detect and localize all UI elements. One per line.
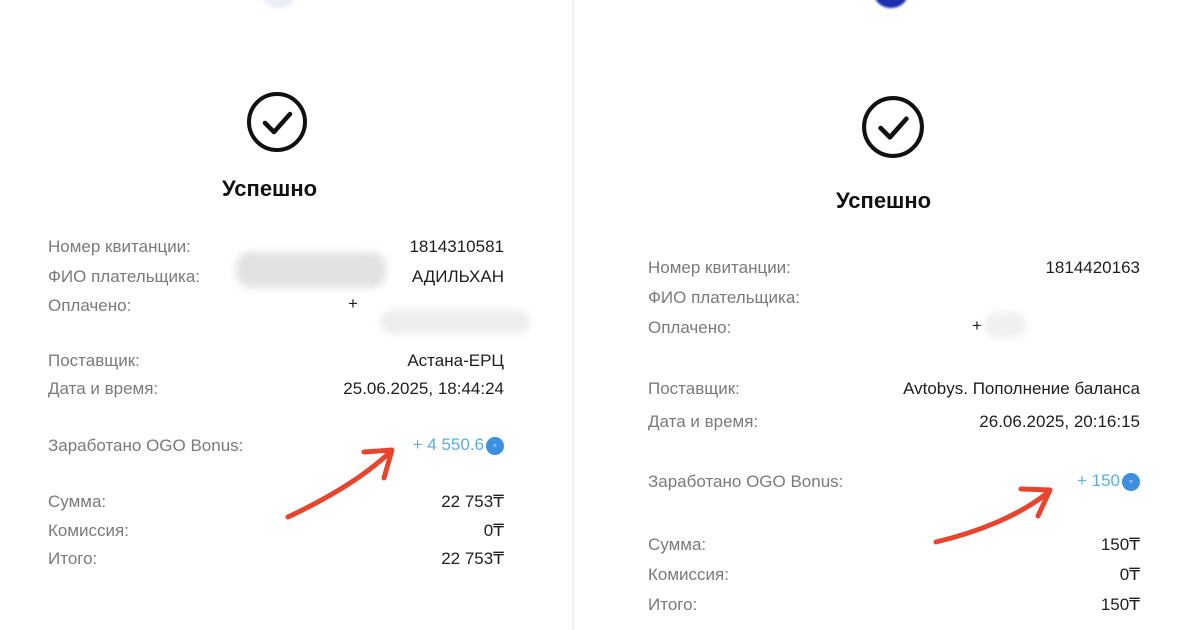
paid-label: Оплачено: [648,318,732,337]
redacted-paid-amount [380,310,530,334]
datetime-label: Дата и время: [648,412,759,431]
commission-value: 0₸ [483,521,504,540]
datetime-value: 25.06.2025, 18:44:24 [343,379,504,398]
bonus-value: + 4 550.6 ◦ [413,435,504,455]
total-value: 22 753₸ [441,549,504,568]
payer-name-value: АДИЛЬХАН [411,267,504,286]
supplier-label: Поставщик: [48,351,140,370]
paid-value: + [348,294,358,313]
payer-name-label: ФИО плательщика: [48,267,201,286]
datetime-label: Дата и время: [48,379,159,398]
receipt-number-value: 1814420163 [1045,258,1140,277]
total-value: 150₸ [1100,595,1140,614]
bonus-amount: + 4 550.6 [412,435,484,454]
commission-value: 0₸ [1119,565,1140,584]
status-title: Успешно [222,176,318,201]
bonus-label: Заработано OGO Bonus: [648,472,844,491]
bonus-value: + 150 ◦ [1077,471,1140,491]
bonus-amount: + 150 [1076,471,1120,490]
commission-label: Комиссия: [48,521,129,540]
check-circle-icon [862,96,924,158]
commission-label: Комиссия: [648,565,729,584]
sum-value: 22 753₸ [441,492,504,511]
bonus-coin-icon: ◦ [1122,473,1140,491]
sum-label: Сумма: [48,492,107,511]
bonus-coin-icon: ◦ [486,437,504,455]
sum-label: Сумма: [648,535,707,554]
status-title: Успешно [836,188,932,213]
supplier-value: Астана-ЕРЦ [407,351,504,370]
receipt-number-label: Номер квитанции: [648,258,791,277]
supplier-value: Avtobys. Пополнение баланса [903,379,1140,398]
top-logo-partial-right [874,0,908,8]
redacted-payer-name [236,252,386,288]
sum-value: 150₸ [1100,535,1140,554]
paid-value: + [972,316,982,335]
supplier-label: Поставщик: [648,379,740,398]
datetime-value: 26.06.2025, 20:16:15 [979,412,1140,431]
redacted-paid-amount [984,312,1026,338]
payer-name-label: ФИО плательщика: [648,288,801,307]
paid-label: Оплачено: [48,296,132,315]
top-logo-partial-left [262,0,296,8]
panel-divider [572,0,574,630]
receipt-number-label: Номер квитанции: [48,237,191,256]
total-label: Итого: [648,595,698,614]
red-arrow-annotation [285,447,395,520]
receipt-number-value: 1814310581 [409,237,504,256]
check-circle-icon [247,92,307,152]
red-arrow-annotation [933,486,1053,545]
total-label: Итого: [48,549,98,568]
bonus-label: Заработано OGO Bonus: [48,436,244,455]
